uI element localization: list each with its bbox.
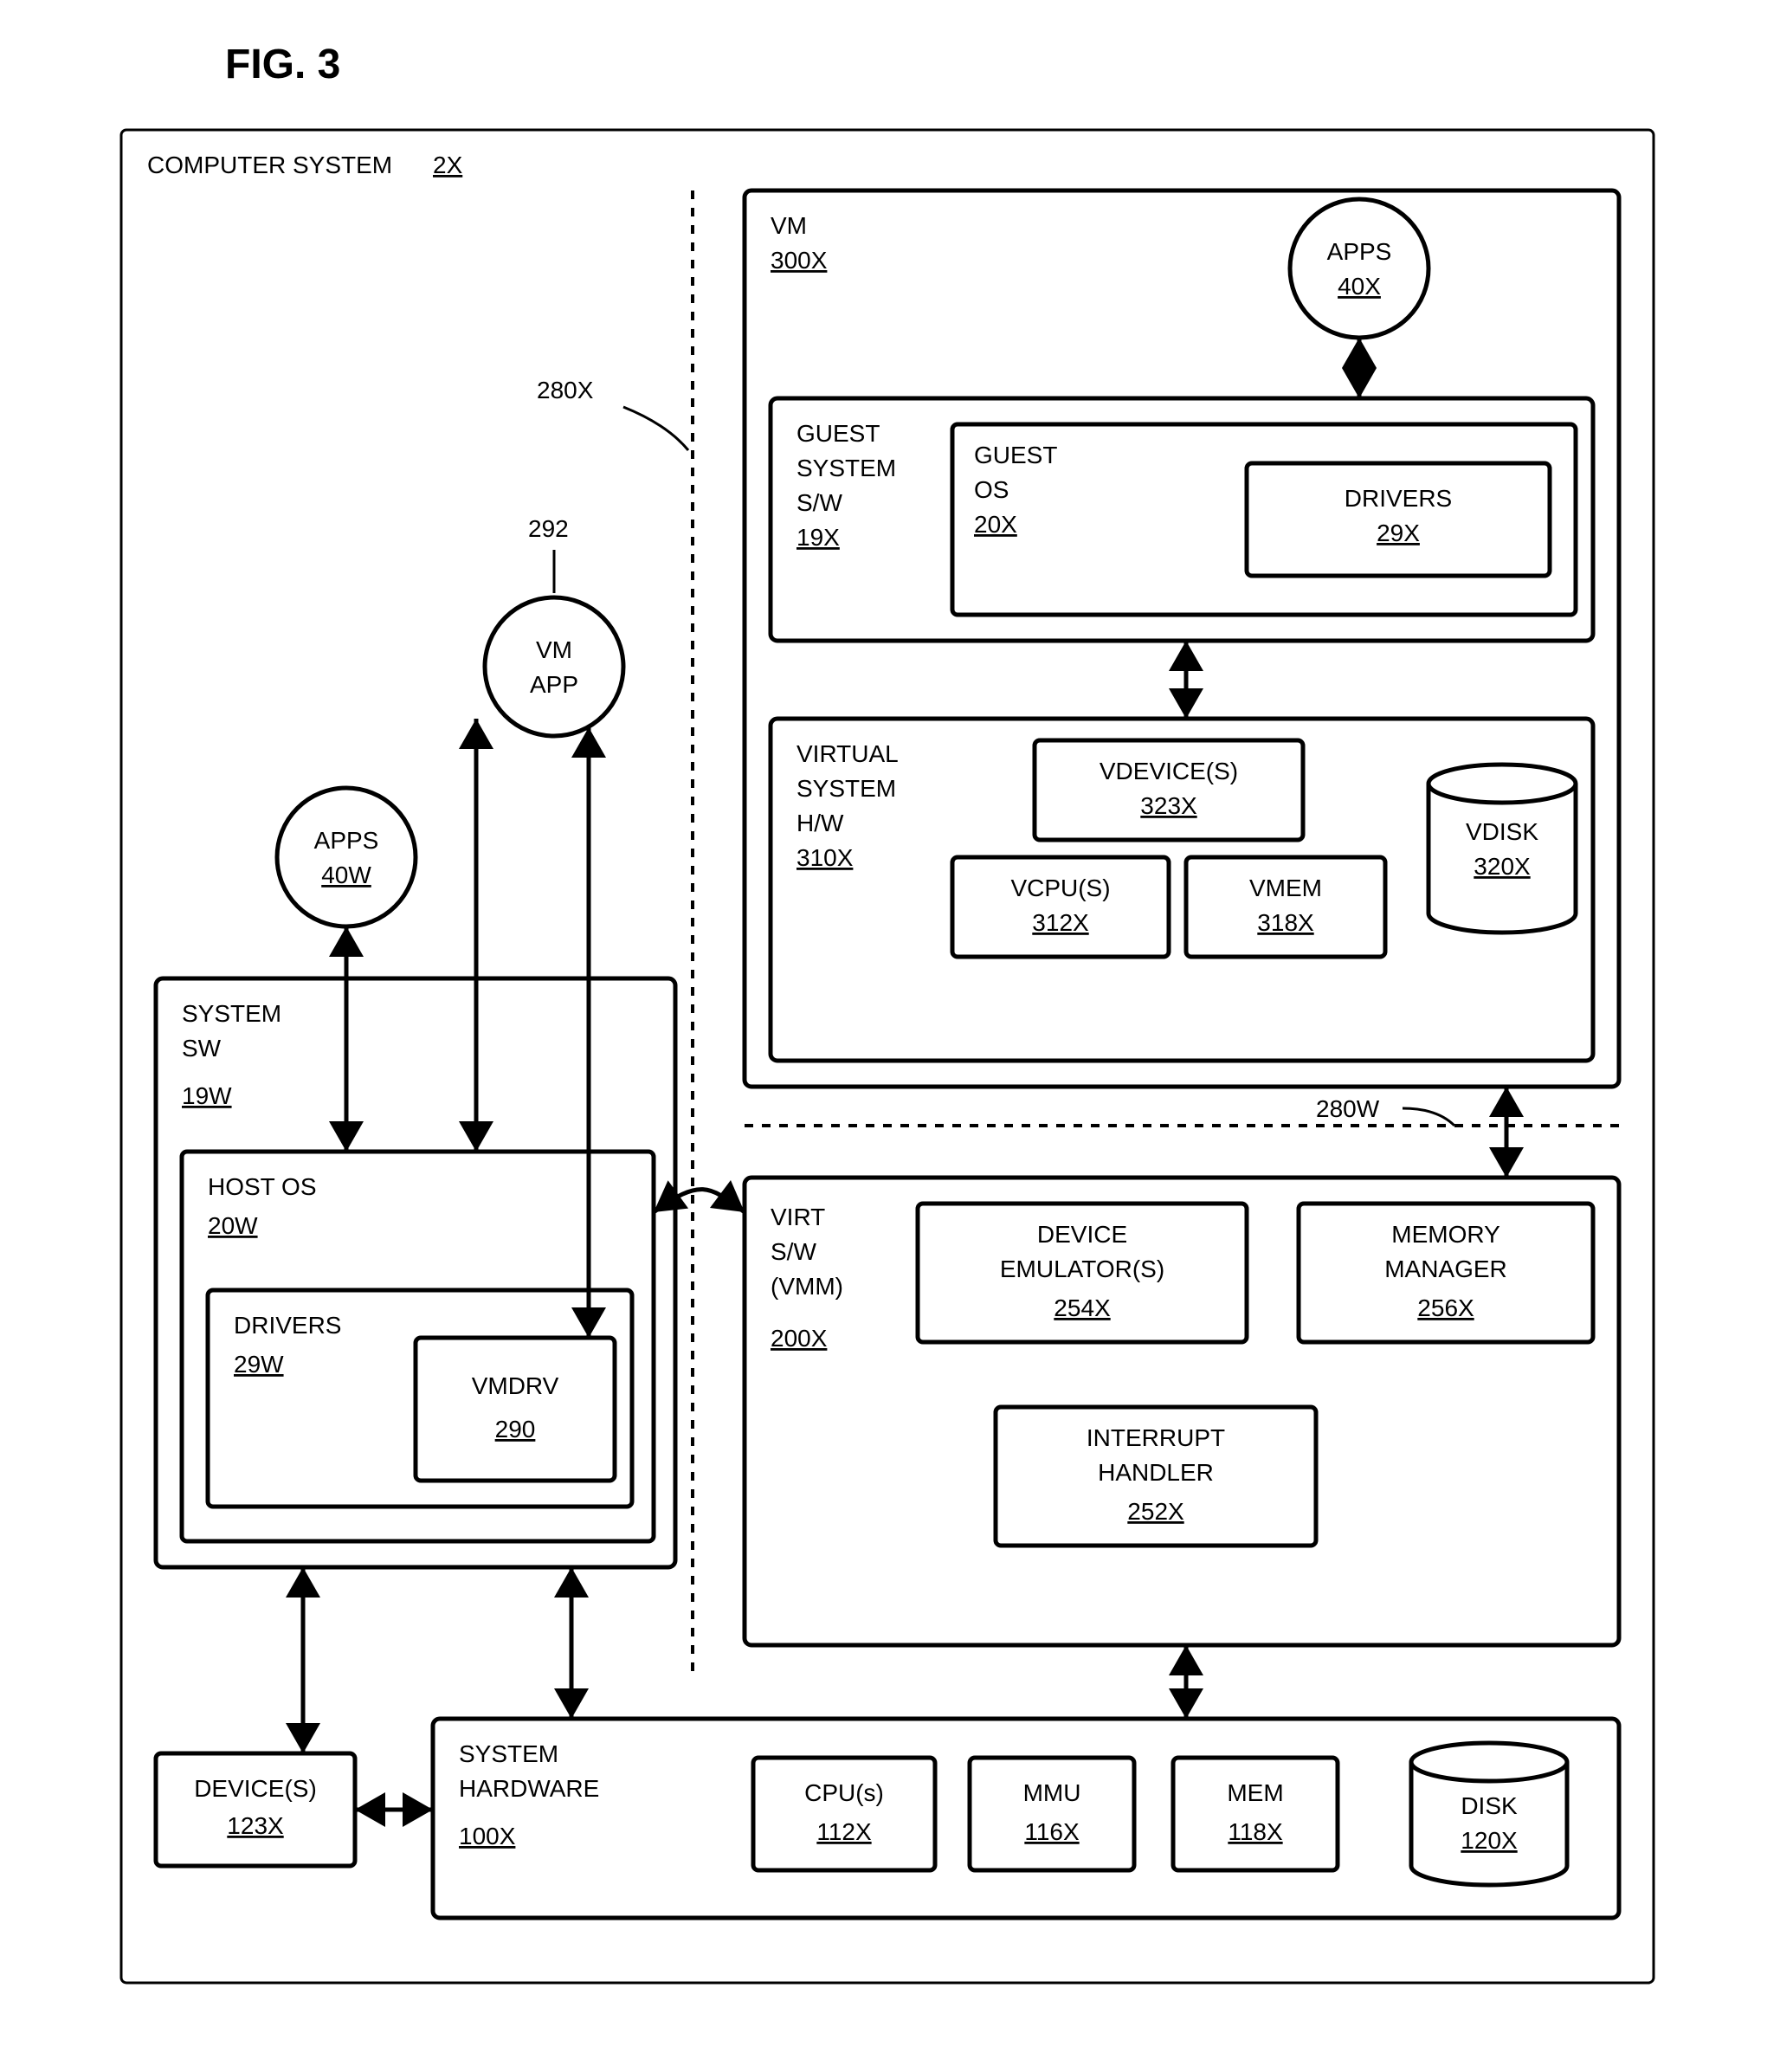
virtual-system-l2: SYSTEM — [796, 775, 896, 802]
callout-280x: 280X — [537, 377, 594, 403]
apps-40w-ref: 40W — [321, 862, 371, 888]
vm-ref: 300X — [771, 247, 828, 274]
drivers29w-label: DRIVERS — [234, 1312, 341, 1339]
inthand-l1: INTERRUPT — [1087, 1424, 1225, 1451]
vcpus-box — [952, 857, 1169, 957]
virtsw-l2: S/W — [771, 1238, 816, 1265]
vcpus-ref: 312X — [1032, 909, 1089, 936]
virtsw-box — [745, 1178, 1619, 1645]
vmdrv-label: VMDRV — [472, 1372, 559, 1399]
virtual-system-ref: 310X — [796, 844, 854, 871]
vdisk-cylinder: VDISK 320X — [1429, 765, 1576, 933]
computer-system-ref: 2X — [433, 152, 463, 178]
drivers-29x-label: DRIVERS — [1345, 485, 1452, 512]
memmgr-l2: MANAGER — [1384, 1255, 1507, 1282]
syshw-l1: SYSTEM — [459, 1740, 558, 1767]
syssw-ref: 19W — [182, 1082, 232, 1109]
disk-label: DISK — [1461, 1792, 1518, 1819]
vcpus-label: VCPU(S) — [1010, 875, 1110, 901]
apps-40x-label: APPS — [1327, 238, 1392, 265]
inthand-ref: 252X — [1127, 1498, 1184, 1525]
vmapp-circle — [485, 597, 623, 736]
guest-os-l1: GUEST — [974, 442, 1057, 468]
mmu-label: MMU — [1023, 1779, 1081, 1806]
vmem-ref: 318X — [1257, 909, 1314, 936]
guest-os-ref: 20X — [974, 511, 1017, 538]
devemu-l1: DEVICE — [1037, 1221, 1127, 1248]
devemu-l2: EMULATOR(S) — [1000, 1255, 1164, 1282]
virtual-system-l3: H/W — [796, 810, 844, 836]
drivers29w-ref: 29W — [234, 1351, 284, 1378]
memmgr-l1: MEMORY — [1391, 1221, 1500, 1248]
devices-box — [156, 1753, 355, 1866]
virtsw-l1: VIRT — [771, 1204, 825, 1230]
computer-system-box — [121, 130, 1654, 1983]
cpus-ref: 112X — [816, 1818, 872, 1845]
mmu-ref: 116X — [1024, 1818, 1080, 1845]
computer-system-label: COMPUTER SYSTEM — [147, 152, 392, 178]
disk-ref: 120X — [1461, 1827, 1518, 1854]
vm-label: VM — [771, 212, 807, 239]
vdevices-box — [1035, 740, 1303, 840]
guest-system-l3: S/W — [796, 489, 842, 516]
arrow-hostos-vmm — [654, 1190, 745, 1212]
callout-280x-leader — [623, 407, 688, 450]
vdevices-label: VDEVICE(S) — [1100, 758, 1238, 784]
disk-cylinder: DISK 120X — [1411, 1743, 1567, 1885]
hostos-label: HOST OS — [208, 1173, 317, 1200]
hostos-ref: 20W — [208, 1212, 258, 1239]
virtual-system-l1: VIRTUAL — [796, 740, 899, 767]
cpus-box — [753, 1758, 935, 1870]
vdevices-ref: 323X — [1140, 792, 1197, 819]
vmdrv-ref: 290 — [495, 1416, 536, 1443]
apps-40x-ref: 40X — [1338, 273, 1381, 300]
virtsw-l3: (VMM) — [771, 1273, 843, 1300]
devices-label: DEVICE(S) — [194, 1775, 317, 1802]
syshw-l2: HARDWARE — [459, 1775, 599, 1802]
apps-40x-circle — [1290, 199, 1429, 338]
guest-system-l2: SYSTEM — [796, 455, 896, 481]
devices-ref: 123X — [227, 1812, 284, 1839]
guest-system-box — [771, 398, 1593, 641]
syshw-ref: 100X — [459, 1823, 516, 1849]
vmapp-l1: VM — [536, 636, 572, 663]
vmapp-l2: APP — [530, 671, 578, 698]
vmem-label: VMEM — [1249, 875, 1322, 901]
vdisk-label: VDISK — [1466, 818, 1538, 845]
syssw-l1: SYSTEM — [182, 1000, 281, 1027]
vmdrv-box — [416, 1338, 615, 1481]
guest-system-l1: GUEST — [796, 420, 880, 447]
inthand-l2: HANDLER — [1098, 1459, 1214, 1486]
drivers-29x-ref: 29X — [1377, 520, 1420, 546]
guest-os-l2: OS — [974, 476, 1009, 503]
memmgr-ref: 256X — [1417, 1294, 1474, 1321]
apps-40w-circle — [277, 788, 416, 926]
virtsw-ref: 200X — [771, 1325, 828, 1352]
vmem-box — [1186, 857, 1385, 957]
callout-292: 292 — [528, 515, 569, 542]
callout-280w-leader — [1403, 1108, 1454, 1126]
vdisk-ref: 320X — [1474, 853, 1531, 880]
figure-title: FIG. 3 — [225, 42, 340, 87]
guest-system-ref: 19X — [796, 524, 840, 551]
mem-ref: 118X — [1228, 1818, 1283, 1845]
mem-label: MEM — [1227, 1779, 1283, 1806]
cpus-label: CPU(s) — [804, 1779, 884, 1806]
mem-box — [1173, 1758, 1338, 1870]
mmu-box — [970, 1758, 1134, 1870]
apps-40w-label: APPS — [314, 827, 379, 854]
callout-280w: 280W — [1316, 1095, 1380, 1122]
syssw-l2: SW — [182, 1035, 222, 1062]
devemu-ref: 254X — [1054, 1294, 1111, 1321]
